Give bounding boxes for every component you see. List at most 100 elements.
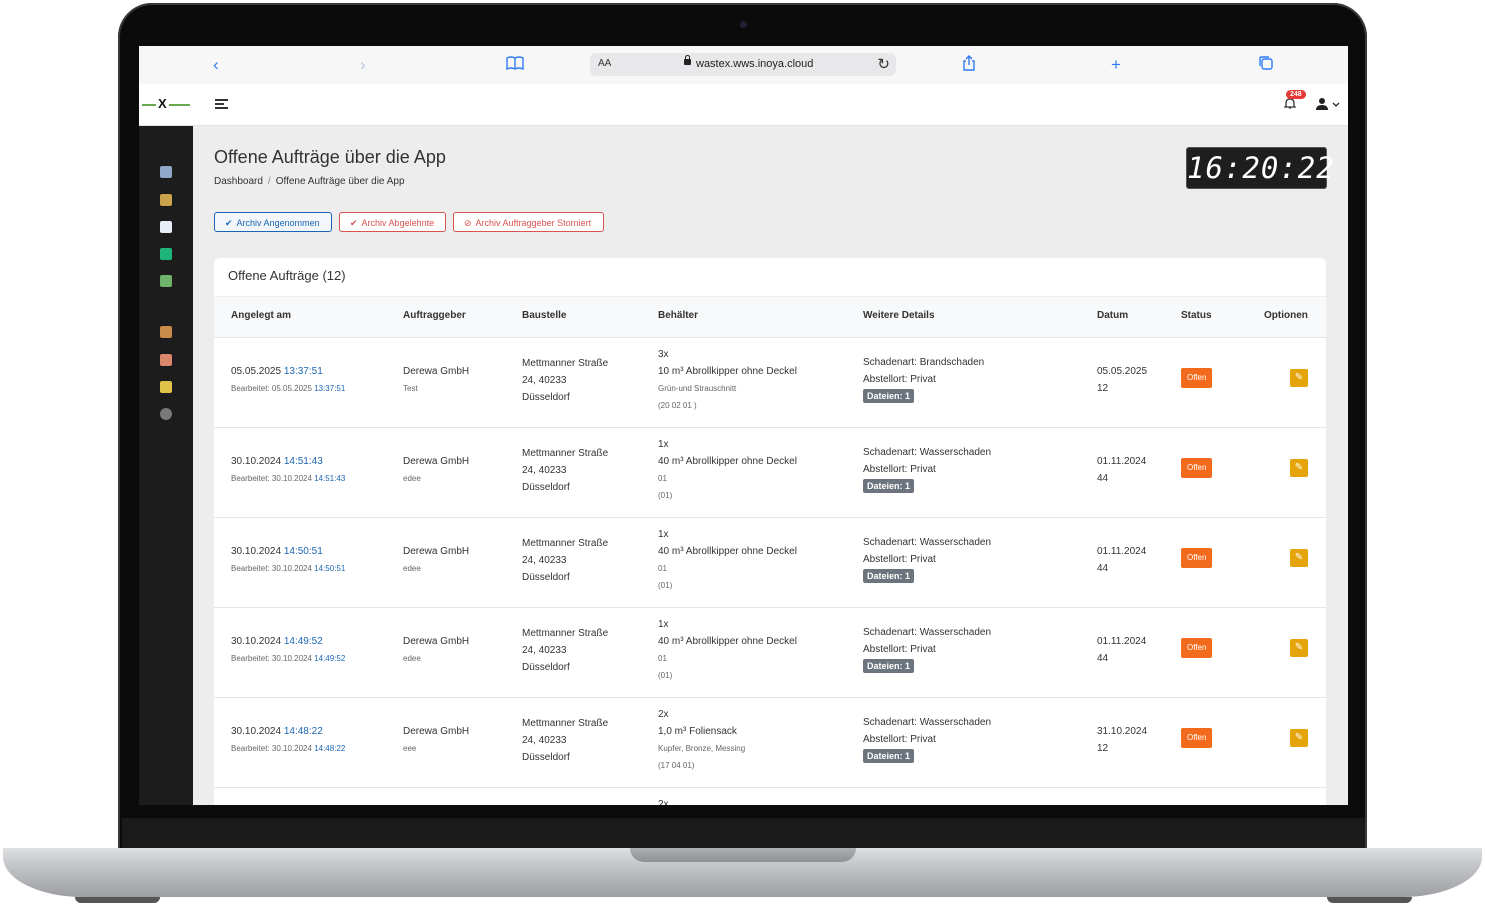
column-header[interactable]: Datum [1097,310,1128,321]
created-time-link[interactable]: 13:37:51 [284,366,323,377]
container-type: 40 m³ Abrollkipper ohne Deckel [658,546,797,557]
column-header[interactable]: Auftraggeber [403,310,466,321]
menu-toggle-icon[interactable] [215,99,228,110]
column-header[interactable]: Baustelle [522,310,566,321]
tabs-overview-icon[interactable] [1258,55,1274,76]
dashboard-icon[interactable] [160,166,172,178]
site-cell: Mettmanner Straße 24, 40233 Düsseldorf [522,535,608,586]
invoice-icon[interactable] [160,248,172,260]
table-row[interactable]: 30.10.2024 14:48:22 Bearbeitet: 30.10.20… [214,697,1326,788]
edit-button[interactable]: ✎ [1290,549,1308,567]
details-cell: Schadenart: Brandschaden Abstellort: Priv… [863,354,984,405]
site-zip: 24, 40233 [522,375,567,386]
edited-time-link[interactable]: 14:51:43 [314,474,345,483]
waste-code: (17 04 01) [658,761,695,770]
container-cell: 1x 40 m³ Abrollkipper ohne Deckel 01 (01) [658,616,797,684]
archiv-angenommen-button[interactable]: ✔ Archiv Angenommen [214,212,332,232]
edit-button[interactable]: ✎ [1290,459,1308,477]
container-cell: 2x 1,0 m³ Foliensack Kupfer, Bronze, Messi… [658,706,745,774]
column-header[interactable]: Optionen [1264,310,1308,321]
site-street: Mettmanner Straße [522,538,609,549]
settings-list-icon[interactable] [160,381,172,393]
table-row[interactable]: 2x [214,787,1326,805]
column-header[interactable]: Status [1181,310,1212,321]
laptop-foot-right [1327,897,1412,903]
date-cell: 05.05.2025 12 [1097,363,1147,397]
column-header[interactable]: Angelegt am [231,310,291,321]
table-row[interactable]: 05.05.2025 13:37:51 Bearbeitet: 05.05.20… [214,337,1326,428]
created-date: 05.05.2025 [231,366,282,377]
created-time-link[interactable]: 14:50:51 [284,546,323,557]
check-icon: ✔ [225,218,233,228]
edit-button[interactable]: ✎ [1290,639,1308,657]
table-row[interactable]: 30.10.2024 14:49:52 Bearbeitet: 30.10.20… [214,607,1326,698]
client-name: Derewa GmbH [403,726,470,737]
client-cell: Derewa GmbH edee [403,633,469,667]
table-row[interactable]: 30.10.2024 14:50:51 Bearbeitet: 30.10.20… [214,517,1326,608]
users-icon[interactable] [160,326,172,338]
damage-type: Schadenart: Wasserschaden [863,537,992,548]
files-badge[interactable]: Dateien: 1 [863,479,915,493]
location: Abstellort: Privat [863,644,936,655]
client-sub: edee [403,564,421,573]
created-date: 30.10.2024 [231,636,282,647]
date-value: 05.05.2025 [1097,366,1148,377]
calendar-icon[interactable] [160,194,172,206]
new-tab-icon[interactable]: + [1111,55,1121,75]
status-badge: Offen [1181,548,1213,568]
lock-icon [684,55,691,65]
created-time-link[interactable]: 14:48:22 [284,726,323,737]
site-street: Mettmanner Straße [522,358,609,369]
container-material: 01 [658,564,667,573]
column-header[interactable]: Weitere Details [863,310,935,321]
created-date: 30.10.2024 [231,456,282,467]
edited-time-link[interactable]: 13:37:51 [314,384,345,393]
archiv-abgelehnte-button[interactable]: ✔ Archiv Abgelehnte [339,212,446,232]
site-street: Mettmanner Straße [522,628,609,639]
company-logo[interactable]: X [142,96,190,111]
date-sub: 44 [1097,473,1109,484]
created-time-link[interactable]: 14:51:43 [284,456,323,467]
date-sub: 12 [1097,743,1109,754]
edited-time-link[interactable]: 14:49:52 [314,654,345,663]
location: Abstellort: Privat [863,374,936,385]
files-badge[interactable]: Dateien: 1 [863,749,915,763]
created-date: 30.10.2024 [231,726,282,737]
edited-time-link[interactable]: 14:48:22 [314,744,345,753]
edit-button[interactable]: ✎ [1290,729,1308,747]
client-sub: edee [403,654,421,663]
container-material: 01 [658,654,667,663]
edit-button[interactable]: ✎ [1290,369,1308,387]
button-label: Archiv Abgelehnte [361,218,435,228]
edited-label: Bearbeitet: 30.10.2024 [231,474,312,483]
forward-icon[interactable]: › [360,55,366,75]
gear-icon[interactable] [160,408,172,420]
created-cell: 30.10.2024 14:51:43 Bearbeitet: 30.10.20… [231,453,345,487]
files-badge[interactable]: Dateien: 1 [863,389,915,403]
bookmarks-icon[interactable] [506,55,524,75]
notification-badge: 248 [1286,90,1306,99]
archiv-storniert-button[interactable]: ⊘ Archiv Auftraggeber Storniert [453,212,604,232]
container-cell: 1x 40 m³ Abrollkipper ohne Deckel 01 (01) [658,436,797,504]
user-menu-icon[interactable] [1315,97,1343,111]
address-bar[interactable]: AA wastex.wws.inoya.cloud ↻ [590,53,896,76]
edited-label: Bearbeitet: 05.05.2025 [231,384,312,393]
map-icon[interactable] [160,275,172,287]
files-badge[interactable]: Dateien: 1 [863,569,915,583]
column-header[interactable]: Behälter [658,310,698,321]
back-icon[interactable]: ‹ [213,55,219,75]
orders-card: Offene Aufträge (12) Angelegt am Auftrag… [214,258,1326,805]
tools-icon[interactable] [160,354,172,366]
files-badge[interactable]: Dateien: 1 [863,659,915,673]
reload-icon[interactable]: ↻ [877,55,890,73]
table-row[interactable]: 30.10.2024 14:51:43 Bearbeitet: 30.10.20… [214,427,1326,518]
edited-time-link[interactable]: 14:50:51 [314,564,345,573]
document-icon[interactable] [160,221,172,233]
container-cell: 3x 10 m³ Abrollkipper ohne Deckel Grün-und… [658,346,797,414]
reader-aa-button[interactable]: AA [598,58,611,69]
location: Abstellort: Privat [863,734,936,745]
site-city: Düsseldorf [522,662,570,673]
created-time-link[interactable]: 14:49:52 [284,636,323,647]
share-icon[interactable] [962,55,976,76]
breadcrumb-dashboard[interactable]: Dashboard [214,176,263,187]
